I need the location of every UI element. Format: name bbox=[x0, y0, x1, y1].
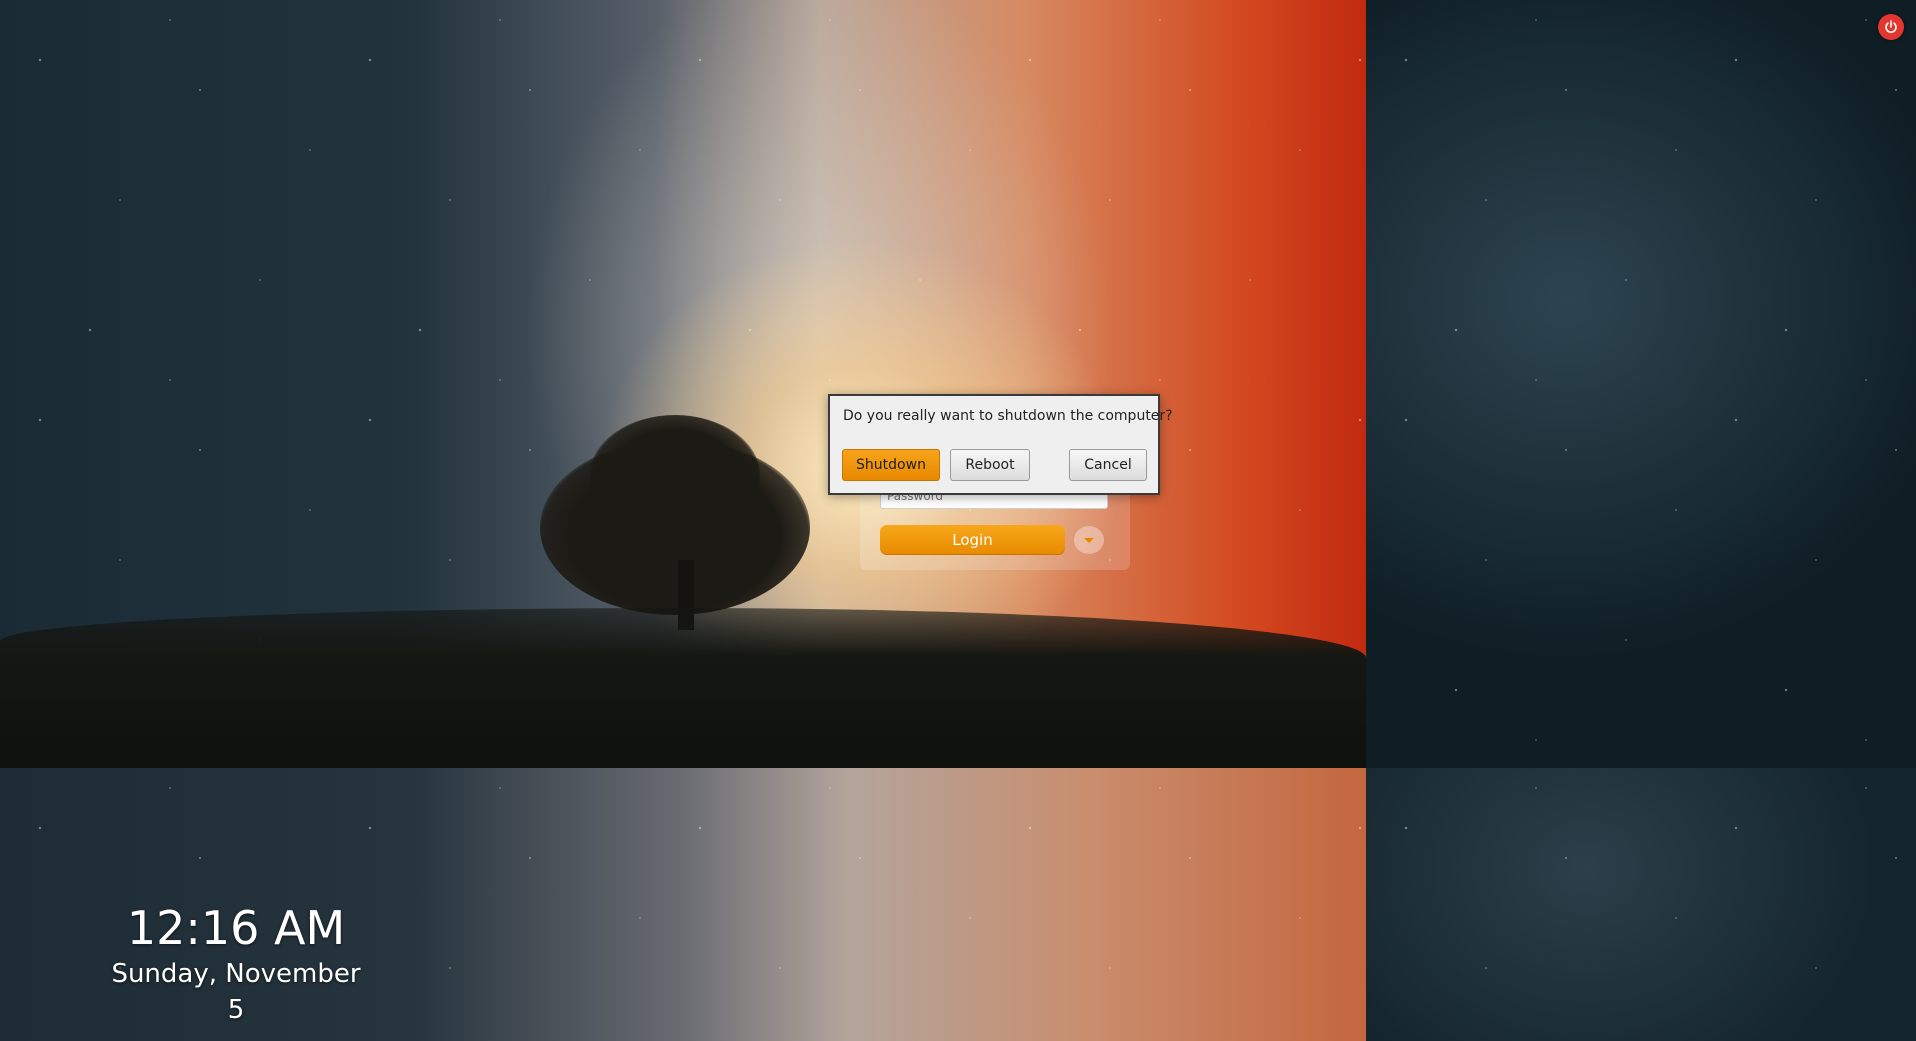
shutdown-button[interactable]: Shutdown bbox=[842, 449, 940, 481]
wallpaper-right bbox=[1366, 0, 1916, 768]
clock-date: Sunday, November 5 bbox=[111, 959, 361, 1025]
cancel-button[interactable]: Cancel bbox=[1069, 449, 1147, 481]
power-button[interactable] bbox=[1878, 14, 1904, 40]
session-menu-button[interactable] bbox=[1074, 526, 1104, 554]
wallpaper-main bbox=[0, 0, 1366, 768]
power-icon bbox=[1885, 20, 1897, 33]
login-button[interactable]: Login bbox=[880, 525, 1065, 555]
shutdown-dialog: Do you really want to shutdown the compu… bbox=[828, 394, 1173, 495]
clock-widget: 12:16 AM Sunday, November 5 bbox=[100, 900, 372, 1028]
wallpaper-corner bbox=[1366, 768, 1916, 1041]
dialog-message: Do you really want to shutdown the compu… bbox=[843, 408, 1173, 424]
reboot-button[interactable]: Reboot bbox=[950, 449, 1030, 481]
clock-time: 12:16 AM bbox=[126, 901, 346, 955]
caret-down-icon bbox=[1084, 537, 1094, 543]
login-screen: Password Login Do you really want to shu… bbox=[0, 0, 1916, 1041]
